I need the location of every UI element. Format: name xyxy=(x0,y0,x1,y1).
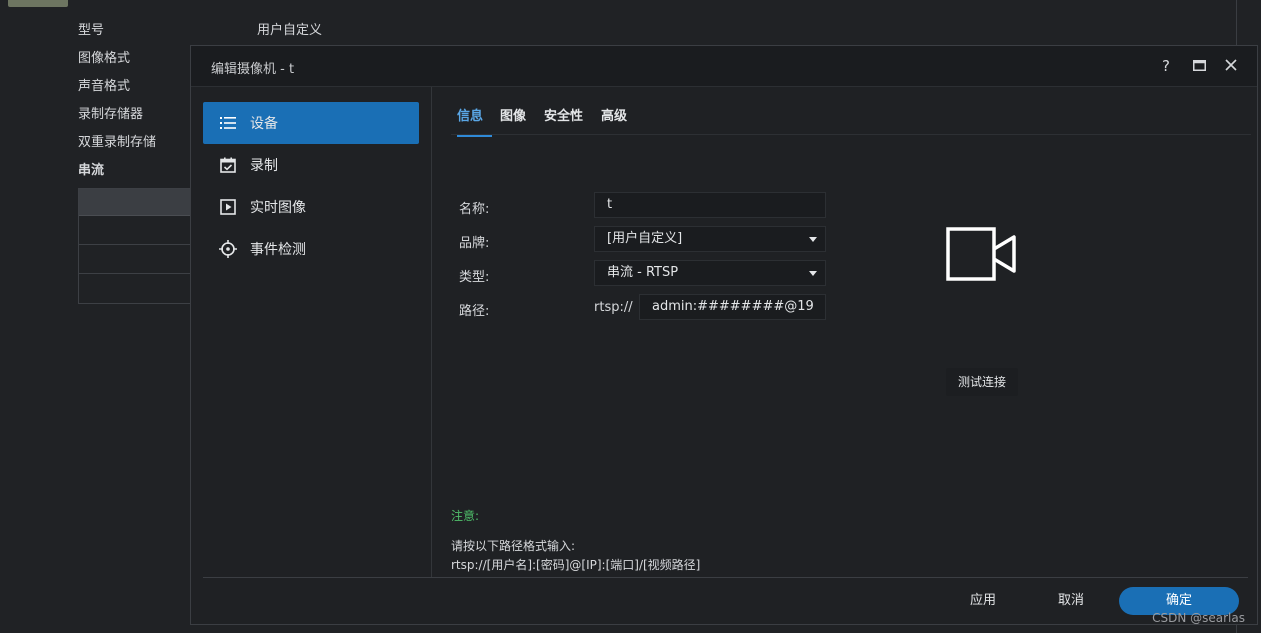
bg-label-image-format: 图像格式 xyxy=(78,51,131,66)
dialog-title: 编辑摄像机 - t xyxy=(211,62,295,77)
sidebar-item-label: 事件检测 xyxy=(250,242,306,258)
table-row xyxy=(79,245,194,274)
sidebar-item-event-detection[interactable]: 事件检测 xyxy=(203,228,419,270)
list-icon xyxy=(218,113,238,133)
test-connection-button[interactable]: 测试连接 xyxy=(946,368,1018,396)
type-label: 类型: xyxy=(459,270,490,285)
name-field[interactable]: t xyxy=(594,192,826,218)
bg-value-model: 用户自定义 xyxy=(257,23,323,38)
calendar-check-icon xyxy=(218,155,238,175)
note-title: 注意: xyxy=(451,509,480,523)
chevron-down-icon xyxy=(809,271,817,276)
brand-select[interactable]: [用户自定义] xyxy=(594,226,826,252)
apply-button[interactable]: 应用 xyxy=(949,587,1017,615)
video-camera-icon xyxy=(946,225,1018,289)
dialog-titlebar: 编辑摄像机 - t ? xyxy=(191,46,1257,87)
tab-advanced[interactable]: 高级 xyxy=(601,105,637,135)
name-label: 名称: xyxy=(459,202,490,217)
sidebar-item-device[interactable]: 设备 xyxy=(203,102,419,144)
bg-stream-table xyxy=(78,188,195,304)
table-row xyxy=(79,216,194,245)
dialog-main: 信息 图像 安全性 高级 名称: t 品牌: [用户自定义] 类型: 串流 - … xyxy=(441,87,1257,577)
dialog-sidebar: 设备 录制 实时图像 事件检测 xyxy=(191,87,432,577)
note-line-2: rtsp://[用户名]:[密码]@[IP]:[端口]/[视频路径] xyxy=(451,558,701,572)
watermark: CSDN @searlas xyxy=(1152,611,1245,625)
bg-label-audio-format: 声音格式 xyxy=(78,79,131,94)
tab-divider xyxy=(451,134,1251,135)
path-field[interactable]: admin:########@19 xyxy=(639,294,826,320)
sidebar-item-recording[interactable]: 录制 xyxy=(203,144,419,186)
sidebar-item-label: 录制 xyxy=(250,158,278,174)
table-row xyxy=(79,274,194,302)
type-select-value: 串流 - RTSP xyxy=(607,265,679,280)
maximize-icon[interactable] xyxy=(1189,56,1209,76)
sidebar-item-label: 实时图像 xyxy=(250,200,306,216)
help-icon[interactable]: ? xyxy=(1156,56,1176,76)
brand-select-value: [用户自定义] xyxy=(607,231,683,246)
bg-label-recording-storage: 录制存储器 xyxy=(78,107,144,122)
brand-label: 品牌: xyxy=(459,236,490,251)
note-line-1: 请按以下路径格式输入: xyxy=(451,539,576,553)
bg-label-stream: 串流 xyxy=(78,163,105,178)
tab-image[interactable]: 图像 xyxy=(500,105,536,135)
edit-camera-dialog: 编辑摄像机 - t ? 设备 录制 实时图像 事件检测 信息 图像 安全性 高级… xyxy=(190,45,1258,625)
play-square-icon xyxy=(218,197,238,217)
chevron-down-icon xyxy=(809,237,817,242)
tab-bar: 信息 图像 安全性 高级 xyxy=(457,105,645,137)
sidebar-item-label: 设备 xyxy=(250,116,278,132)
crosshair-icon xyxy=(218,239,238,259)
bg-table-header xyxy=(79,189,194,216)
tab-info[interactable]: 信息 xyxy=(457,105,493,137)
sidebar-item-live-view[interactable]: 实时图像 xyxy=(203,186,419,228)
bg-label-model: 型号 xyxy=(78,23,105,38)
camera-thumbnail xyxy=(8,0,68,7)
footer-divider xyxy=(203,577,1248,578)
cancel-button[interactable]: 取消 xyxy=(1037,587,1105,615)
path-prefix: rtsp:// xyxy=(594,300,633,315)
close-icon[interactable] xyxy=(1221,56,1241,76)
path-label: 路径: xyxy=(459,304,490,319)
tab-security[interactable]: 安全性 xyxy=(544,105,593,135)
bg-label-dual-recording: 双重录制存储 xyxy=(78,135,157,150)
type-select[interactable]: 串流 - RTSP xyxy=(594,260,826,286)
dialog-footer: 应用 取消 确定 xyxy=(191,577,1257,625)
